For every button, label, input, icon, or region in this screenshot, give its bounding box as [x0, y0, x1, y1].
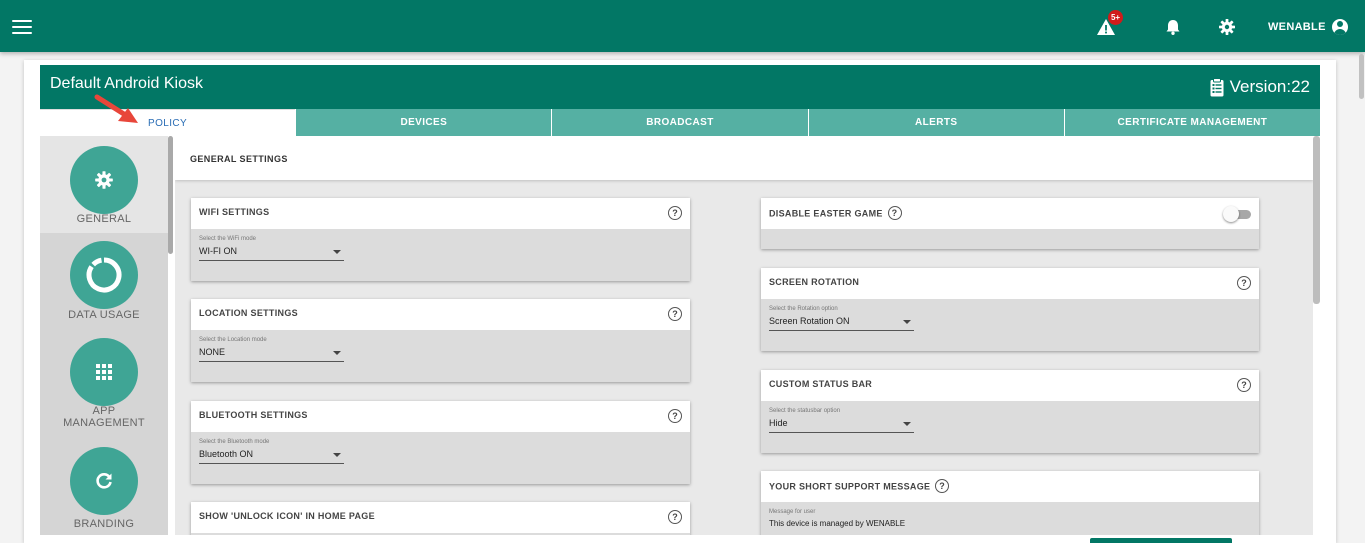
section-title: GENERAL SETTINGS — [190, 154, 288, 164]
alert-warning-icon[interactable]: 5+ — [1096, 10, 1123, 37]
donut-icon — [86, 257, 122, 293]
help-icon[interactable]: ? — [1237, 378, 1251, 392]
select-value: Hide — [769, 418, 788, 428]
dropdown-caret-icon — [903, 320, 911, 324]
refresh-icon — [96, 473, 112, 489]
field-hint: Message for user — [769, 509, 816, 515]
tab-broadcast[interactable]: BROADCAST — [551, 109, 808, 136]
help-icon[interactable]: ? — [1237, 276, 1251, 290]
policy-tabs: POLICY DEVICES BROADCAST ALERTS CERTIFIC… — [40, 109, 1321, 136]
user-name: WENABLE — [1268, 21, 1326, 33]
dropdown-caret-icon — [903, 422, 911, 426]
dropdown-caret-icon — [333, 351, 341, 355]
statusbar-option-select[interactable]: Hide — [769, 418, 914, 433]
tab-certificate-management[interactable]: CERTIFICATE MANAGEMENT — [1063, 109, 1321, 136]
sidebar-item-label: DATA USAGE — [68, 309, 140, 321]
help-icon[interactable]: ? — [887, 206, 902, 220]
sidebar-item-data-usage[interactable]: DATA USAGE — [40, 233, 168, 329]
panel-title: SCREEN ROTATION — [769, 277, 860, 287]
general-settings-content: GENERAL SETTINGS WIFI SETTINGS ? Select … — [175, 136, 1313, 535]
unlock-icon-panel: SHOW 'UNLOCK ICON' IN HOME PAGE ? — [191, 502, 690, 535]
user-menu[interactable]: WENABLE — [1268, 19, 1348, 35]
sidebar-data-usage-circle — [70, 241, 138, 309]
policy-sidebar: GENERAL DATA USAGE APP MANAGEMENT BRANDI… — [40, 136, 168, 535]
field-hint: Select the WiFi mode — [199, 236, 257, 242]
sidebar-scrollbar[interactable] — [168, 136, 173, 254]
version-label: Version:22 — [1229, 77, 1310, 96]
bluetooth-mode-select[interactable]: Bluetooth ON — [199, 449, 344, 464]
field-hint: Select the statusbar option — [769, 408, 841, 414]
select-value: NONE — [199, 347, 226, 357]
notification-bell-icon[interactable] — [1163, 17, 1183, 37]
dropdown-caret-icon — [333, 453, 341, 457]
sidebar-general-circle — [70, 146, 138, 214]
clipboard-icon — [1210, 77, 1224, 96]
wifi-mode-select[interactable]: WI-FI ON — [199, 246, 344, 261]
select-value: Bluetooth ON — [199, 449, 254, 459]
panel-title: BLUETOOTH SETTINGS — [199, 410, 308, 420]
panel-title: CUSTOM STATUS BAR — [769, 379, 873, 389]
floating-action-button[interactable] — [1090, 538, 1232, 543]
select-value: WI-FI ON — [199, 246, 237, 256]
field-hint: Select the Rotation option — [769, 306, 838, 312]
wifi-settings-panel: WIFI SETTINGS ? Select the WiFi mode WI-… — [191, 198, 690, 281]
settings-gear-icon[interactable] — [1217, 17, 1237, 37]
location-mode-select[interactable]: NONE — [199, 347, 344, 362]
tab-devices[interactable]: DEVICES — [295, 109, 552, 136]
help-icon[interactable]: ? — [668, 510, 682, 524]
sidebar-app-management-circle — [70, 338, 138, 406]
help-icon[interactable]: ? — [668, 307, 682, 321]
disable-easter-game-toggle[interactable] — [1223, 206, 1251, 222]
panel-title: DISABLE EASTER GAME — [769, 208, 883, 219]
support-message-textarea[interactable]: This device is managed by WENABLE — [769, 519, 909, 528]
sidebar-item-label: BRANDING — [73, 518, 135, 530]
top-app-bar: 5+ WENABLE — [0, 0, 1365, 52]
help-icon[interactable]: ? — [668, 206, 682, 220]
dropdown-caret-icon — [333, 250, 341, 254]
page-scrollbar[interactable] — [1359, 54, 1364, 99]
help-icon[interactable]: ? — [935, 479, 950, 493]
help-icon[interactable]: ? — [668, 409, 682, 423]
tab-policy[interactable]: POLICY — [40, 109, 296, 136]
sidebar-item-app-management[interactable]: APP MANAGEMENT — [40, 329, 168, 437]
policy-title: Default Android Kiosk — [50, 75, 203, 92]
select-value: Screen Rotation ON — [769, 316, 850, 326]
gear-icon — [95, 171, 113, 189]
location-settings-panel: LOCATION SETTINGS ? Select the Location … — [191, 299, 690, 382]
version-info: Version:22 — [1210, 77, 1310, 97]
panel-title: LOCATION SETTINGS — [199, 308, 298, 318]
sidebar-item-general[interactable]: GENERAL — [40, 136, 168, 233]
section-header: GENERAL SETTINGS — [175, 136, 1313, 180]
custom-status-bar-panel: CUSTOM STATUS BAR ? Select the statusbar… — [761, 370, 1259, 453]
sidebar-item-label: APP MANAGEMENT — [63, 405, 145, 429]
hamburger-menu-icon[interactable] — [12, 20, 32, 34]
field-hint: Select the Location mode — [199, 337, 267, 343]
panel-title: YOUR SHORT SUPPORT MESSAGE — [769, 481, 931, 492]
rotation-option-select[interactable]: Screen Rotation ON — [769, 316, 914, 331]
policy-header: Default Android Kiosk Version:22 — [40, 65, 1320, 109]
user-avatar-icon — [1331, 19, 1348, 35]
sidebar-item-branding[interactable]: BRANDING — [40, 437, 168, 535]
content-scrollbar[interactable] — [1313, 136, 1320, 304]
sidebar-item-label: GENERAL — [76, 213, 132, 225]
support-message-panel: YOUR SHORT SUPPORT MESSAGE ? Message for… — [761, 471, 1259, 535]
panel-title: SHOW 'UNLOCK ICON' IN HOME PAGE — [199, 511, 375, 521]
sidebar-branding-circle — [70, 447, 138, 515]
grid-icon — [96, 364, 112, 380]
screen-rotation-panel: SCREEN ROTATION ? Select the Rotation op… — [761, 268, 1259, 351]
bluetooth-settings-panel: BLUETOOTH SETTINGS ? Select the Bluetoot… — [191, 401, 690, 484]
alert-count-badge: 5+ — [1108, 10, 1123, 25]
tab-alerts[interactable]: ALERTS — [807, 109, 1064, 136]
field-hint: Select the Bluetooth mode — [199, 439, 270, 445]
disable-easter-game-panel: DISABLE EASTER GAME ? — [761, 198, 1259, 249]
panel-title: WIFI SETTINGS — [199, 207, 270, 217]
red-pointer-arrow-icon — [94, 94, 138, 123]
